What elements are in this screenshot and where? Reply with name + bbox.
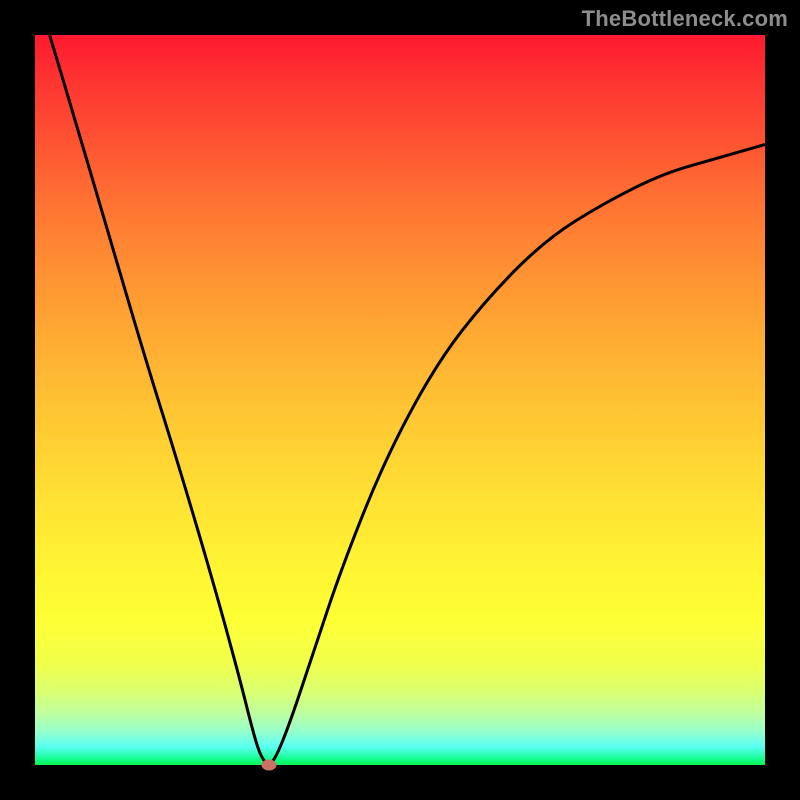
watermark-text: TheBottleneck.com — [582, 6, 788, 32]
optimal-point-marker — [261, 760, 276, 771]
curve-path — [50, 35, 765, 763]
plot-area — [35, 35, 765, 765]
bottleneck-curve — [35, 35, 765, 765]
chart-frame: TheBottleneck.com — [0, 0, 800, 800]
